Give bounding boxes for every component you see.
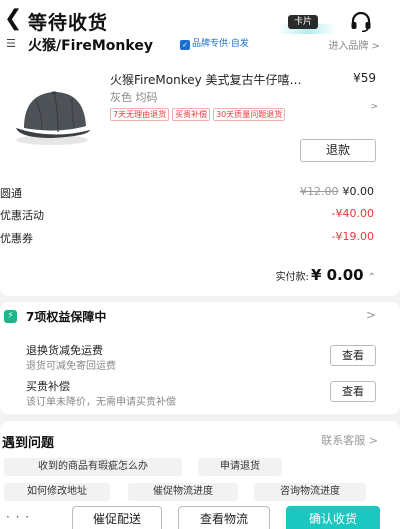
right-item-desc: 退货可减免寄回运费	[26, 361, 116, 372]
refund-button[interactable]: 退款	[300, 139, 376, 162]
right-item-desc: 该订单未降价，无需申请买贵补偿	[26, 397, 176, 408]
enter-store-link[interactable]: 进入品牌 >	[328, 37, 380, 52]
service-tags: 7天无理由退货 买贵补偿 30天质量问题退货	[110, 102, 288, 121]
faq-chip[interactable]: 催促物流进度	[128, 483, 238, 501]
card-tag[interactable]: 卡片	[288, 15, 318, 29]
top-nav-bar: ❮ 等待收货 卡片	[0, 0, 400, 40]
store-name[interactable]: 火猴/FireMonkey	[28, 35, 153, 55]
rights-card: ⚡ 7项权益保障中 > 退换货减免运费 退货可减免寄回运费 查看 买贵补偿 该订…	[0, 302, 400, 414]
store-icon: ☰	[6, 37, 16, 50]
rights-title[interactable]: 7项权益保障中	[26, 308, 106, 325]
promotion-row: 优惠活动 -¥40.00	[0, 207, 400, 223]
faq-chip[interactable]: 收到的商品有瑕疵怎么办	[4, 458, 182, 476]
right-item-title: 买贵补偿	[26, 380, 70, 393]
confirm-receipt-button[interactable]: 确认收货	[286, 506, 380, 529]
promotion-value: -¥40.00	[331, 207, 374, 220]
faq-chip[interactable]: 如何修改地址	[4, 483, 110, 501]
faq-chip[interactable]: 咨询物流进度	[254, 483, 366, 501]
shipping-row: 圆通 ¥12.00 ¥0.00	[0, 185, 400, 201]
product-title[interactable]: 火猴FireMonkey 美式复古牛仔嘻…	[110, 71, 345, 88]
right-item-title: 退换货减免运费	[26, 344, 103, 357]
chevron-right-icon[interactable]: >	[366, 308, 376, 322]
chevron-up-icon[interactable]: ⌃	[368, 272, 376, 283]
paid-value: ¥ 0.00	[310, 266, 364, 284]
page-title: 等待收货	[28, 12, 109, 34]
bottom-action-bar: · · · 催促配送 查看物流 确认收货	[0, 502, 400, 529]
more-icon[interactable]: · · ·	[6, 510, 30, 524]
shipping-value-group: ¥12.00 ¥0.00	[300, 185, 374, 198]
shield-icon: ✓	[180, 40, 190, 50]
chevron-left-icon[interactable]: ❮	[4, 6, 22, 32]
lightning-shield-icon: ⚡	[4, 310, 17, 323]
headset-icon[interactable]	[350, 12, 372, 32]
view-freight-button[interactable]: 查看	[330, 345, 376, 366]
paid-total[interactable]: 实付款: ¥ 0.00 ⌃	[276, 265, 376, 285]
brand-badge-label: 品牌专供·自发	[192, 39, 249, 49]
service-tag: 30天质量问题退货	[213, 108, 286, 121]
view-logistics-button[interactable]: 查看物流	[178, 506, 270, 529]
problems-title: 遇到问题	[2, 436, 55, 451]
promotion-label: 优惠活动	[0, 209, 44, 222]
contact-service-link[interactable]: 联系客服 >	[321, 432, 378, 448]
service-tag: 7天无理由退货	[110, 108, 170, 121]
faq-chip[interactable]: 申请退货	[198, 458, 282, 476]
paid-label: 实付款:	[275, 272, 309, 283]
shipping-price: ¥0.00	[342, 185, 375, 198]
brand-badge: ✓ 品牌专供·自发	[180, 37, 249, 51]
order-card: ☰ 火猴/FireMonkey ✓ 品牌专供·自发 进入品牌 > 火猴FireMo…	[0, 37, 400, 296]
coupon-label: 优惠券	[0, 232, 33, 245]
coupon-row: 优惠券 -¥19.00	[0, 230, 400, 246]
urge-delivery-button[interactable]: 催促配送	[72, 506, 162, 529]
shipping-original-price: ¥12.00	[300, 185, 339, 198]
store-row[interactable]: ☰ 火猴/FireMonkey ✓ 品牌专供·自发 进入品牌 >	[0, 36, 400, 54]
service-tag: 买贵补偿	[172, 108, 211, 121]
coupon-value: -¥19.00	[331, 230, 374, 243]
chevron-right-icon[interactable]: >	[370, 102, 378, 112]
view-compensation-button[interactable]: 查看	[330, 381, 376, 402]
product-image[interactable]	[8, 70, 96, 158]
shipping-label: 圆通	[0, 187, 22, 200]
product-price: ¥59	[353, 71, 376, 85]
